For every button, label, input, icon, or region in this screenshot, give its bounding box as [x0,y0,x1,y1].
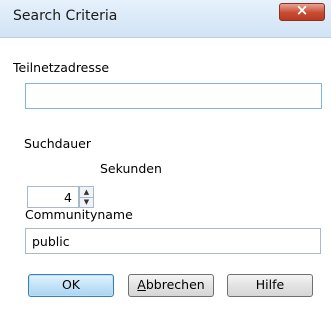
cancel-mnemonic: A [137,277,146,292]
cancel-label: bbrechen [145,277,205,292]
community-name-value: public [32,234,70,249]
duration-unit-label: Sekunden [100,161,162,176]
subnet-address-input[interactable] [25,83,322,109]
duration-value: 4 [64,190,72,205]
help-label: Hilfe [255,277,285,292]
title-bar: Search Criteria × [0,0,331,38]
duration-input[interactable]: 4 [27,186,79,208]
subnet-label: Teilnetzadresse [13,60,110,75]
ok-button[interactable]: OK [28,274,114,297]
dialog-body: Teilnetzadresse Suchdauer 4 ▲ ▼ Sekunden… [0,38,331,309]
spin-down-icon[interactable]: ▼ [80,197,93,207]
cancel-button[interactable]: Abbrechen [128,274,214,297]
close-icon: × [295,1,309,19]
window-title: Search Criteria [13,8,118,24]
community-name-input[interactable]: public [25,228,321,254]
close-button[interactable]: × [279,1,325,21]
community-label: Communityname [25,207,133,222]
search-criteria-dialog: Search Criteria × Teilnetzadresse Suchda… [0,0,331,309]
ok-label: OK [61,277,81,292]
duration-spinner: ▲ ▼ [79,186,94,208]
duration-label: Suchdauer [24,136,91,151]
help-button[interactable]: Hilfe [227,274,313,297]
